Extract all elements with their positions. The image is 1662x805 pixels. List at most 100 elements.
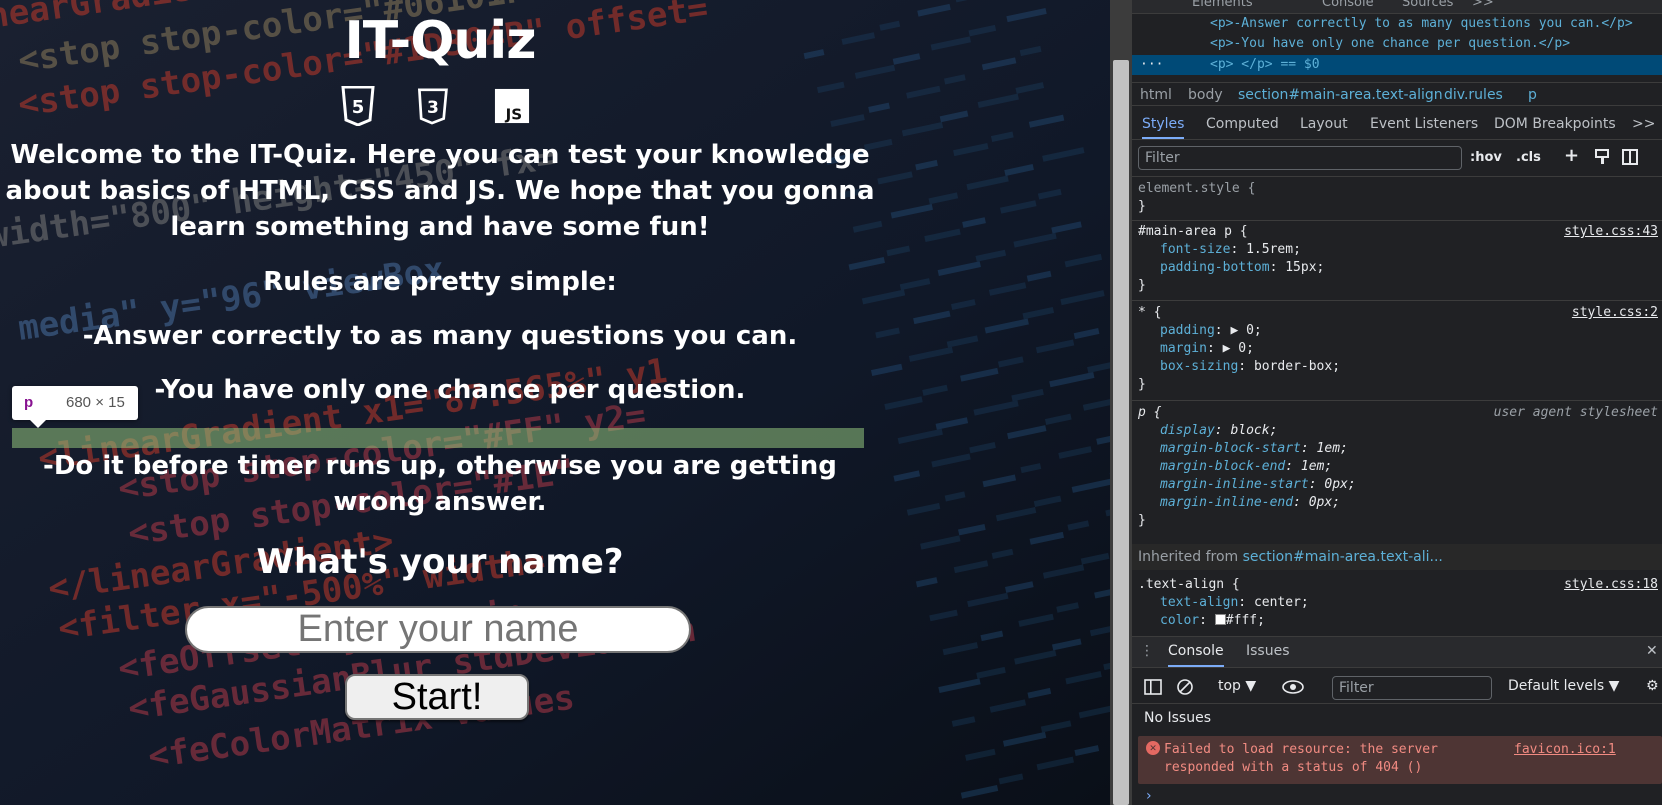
css-declaration[interactable]: margin: ▶ 0; <box>1160 340 1254 358</box>
more-actions-icon[interactable]: ··· <box>1140 55 1163 75</box>
inherited-element-link[interactable]: section#main-area.text-ali... <box>1243 549 1443 565</box>
rule-close: } <box>1138 377 1146 392</box>
css-value: border-box; <box>1253 359 1341 374</box>
log-levels-select[interactable]: Default levels ▼ <box>1508 678 1619 694</box>
sidebar-toggle-icon[interactable] <box>1144 679 1162 695</box>
rule-selector[interactable]: * { <box>1138 304 1161 322</box>
name-question: What's your name? <box>256 542 624 582</box>
breadcrumb-body[interactable]: body <box>1188 83 1223 107</box>
css-prop: padding-bottom <box>1160 260 1270 275</box>
css-prop: margin-block-start <box>1160 441 1301 456</box>
breadcrumb-section[interactable]: section#main-area.text-align <box>1238 83 1443 107</box>
css-prop: margin-block-end <box>1160 459 1286 474</box>
breadcrumb-html[interactable]: html <box>1140 83 1172 107</box>
hover-state-toggle[interactable]: :hov <box>1470 150 1502 165</box>
divider <box>1132 176 1662 177</box>
css-prop: margin-inline-end <box>1160 495 1294 510</box>
rule-selector[interactable]: p { <box>1138 404 1161 422</box>
context-select[interactable]: top ▼ <box>1218 678 1256 694</box>
console-prompt[interactable]: › <box>1146 788 1152 804</box>
error-text-line-1: Failed to load resource: the server <box>1164 742 1438 757</box>
css-declaration[interactable]: font-size: 1.5rem; <box>1160 241 1301 259</box>
welcome-text-line-3: learn something and have some fun! <box>170 212 710 242</box>
css-value: 0px; <box>1308 495 1341 510</box>
css-prop: padding <box>1160 323 1215 338</box>
css-value: 1em; <box>1300 459 1333 474</box>
close-drawer-icon[interactable]: ✕ <box>1646 643 1658 659</box>
inherited-from-header: Inherited from section#main-area.text-al… <box>1132 544 1662 570</box>
tab-computed[interactable]: Computed <box>1206 116 1279 132</box>
tab-styles[interactable]: Styles <box>1142 116 1185 139</box>
css-value: 15px; <box>1285 260 1325 275</box>
tooltip-tag: p <box>24 394 34 411</box>
element-style-rule[interactable]: element.style { <box>1138 180 1255 198</box>
styles-filter-input[interactable] <box>1138 146 1462 170</box>
css-value: #fff; <box>1225 613 1265 628</box>
start-button[interactable]: Start! <box>345 674 529 720</box>
css-value: 1.5rem; <box>1246 242 1301 257</box>
sidebar-toggle-icon[interactable] <box>1622 149 1638 165</box>
css-declaration[interactable]: color: #fff; <box>1160 612 1265 630</box>
tab-event-listeners[interactable]: Event Listeners <box>1370 116 1478 132</box>
dom-node-p[interactable]: <p>-You have only one chance per questio… <box>1132 34 1662 54</box>
css-declaration[interactable]: display: block; <box>1160 422 1277 440</box>
breadcrumb: html body section#main-area.text-align d… <box>1132 82 1662 106</box>
rule-selector[interactable]: .text-align { <box>1138 576 1240 594</box>
css-declaration[interactable]: margin-inline-end: 0px; <box>1160 494 1340 512</box>
class-toggle[interactable]: .cls <box>1516 150 1541 165</box>
drawer-menu-icon[interactable]: ⋮ <box>1140 643 1154 659</box>
color-swatch[interactable] <box>1214 614 1226 625</box>
breadcrumb-div[interactable]: div.rules <box>1444 83 1503 107</box>
tab-layout[interactable]: Layout <box>1300 116 1348 132</box>
divider <box>1132 400 1662 401</box>
name-input[interactable] <box>185 606 691 653</box>
divider <box>1132 220 1662 221</box>
error-icon: ✕ <box>1146 741 1160 755</box>
tab-dom-breakpoints[interactable]: DOM Breakpoints <box>1494 116 1616 132</box>
eye-icon[interactable] <box>1282 680 1304 694</box>
tab-elements[interactable]: Elements <box>1192 0 1253 10</box>
more-style-tabs-button[interactable]: >> <box>1632 116 1655 132</box>
issues-status: No Issues <box>1144 710 1211 726</box>
error-source-link[interactable]: favicon.ico:1 <box>1514 741 1616 759</box>
rule-selector[interactable]: #main-area p { <box>1138 223 1248 241</box>
quiz-page: nearGradient x1="100%" x2="100" y2=<stop… <box>0 0 1110 805</box>
more-tabs-button[interactable]: >> <box>1472 0 1494 10</box>
tab-issues[interactable]: Issues <box>1246 643 1290 659</box>
tab-sources[interactable]: Sources <box>1402 0 1453 10</box>
css-declaration[interactable]: padding-bottom: 15px; <box>1160 259 1324 277</box>
css-declaration[interactable]: text-align: center; <box>1160 594 1309 612</box>
divider <box>1132 300 1662 301</box>
console-filter-input[interactable] <box>1332 676 1492 700</box>
tab-console-drawer[interactable]: Console <box>1168 643 1224 667</box>
error-text-line-2: responded with a status of 404 () <box>1164 760 1423 775</box>
rule-source-link[interactable]: style.css:43 <box>1564 223 1658 241</box>
rule-timer-line-1: -Do it before timer runs up, otherwise y… <box>43 451 837 481</box>
tab-console[interactable]: Console <box>1322 0 1374 10</box>
css-prop: display <box>1160 423 1215 438</box>
settings-gear-icon[interactable]: ⚙ <box>1646 678 1659 694</box>
paint-format-icon[interactable] <box>1594 149 1610 165</box>
rule-source-link[interactable]: style.css:2 <box>1572 304 1658 322</box>
css-declaration[interactable]: margin-block-start: 1em; <box>1160 440 1348 458</box>
page-scrollbar[interactable] <box>1110 0 1132 805</box>
html5-icon: 5 <box>340 86 376 126</box>
css-declaration[interactable]: margin-block-end: 1em; <box>1160 458 1332 476</box>
css-declaration[interactable]: margin-inline-start: 0px; <box>1160 476 1356 494</box>
clear-console-icon[interactable] <box>1176 678 1194 696</box>
dom-node-selected[interactable]: ··· <p> </p> == $0 <box>1132 55 1662 75</box>
dom-node-p[interactable]: <p>-Answer correctly to as many question… <box>1132 14 1662 34</box>
page-title: IT-Quiz <box>344 11 536 71</box>
console-error-message: ✕ Failed to load resource: the server res… <box>1138 736 1662 784</box>
rule-close: } <box>1138 278 1146 293</box>
welcome-text-line-2: about basics of HTML, CSS and JS. We hop… <box>5 176 875 206</box>
add-rule-icon[interactable]: + <box>1564 145 1579 166</box>
rule-answer-correctly: -Answer correctly to as many questions y… <box>82 321 798 351</box>
scrollbar-thumb[interactable] <box>1113 60 1129 805</box>
rule-source-link[interactable]: style.css:18 <box>1564 576 1658 594</box>
breadcrumb-p[interactable]: p <box>1528 83 1537 107</box>
css-prop: font-size <box>1160 242 1231 257</box>
rules-heading: Rules are pretty simple: <box>263 267 617 297</box>
css-declaration[interactable]: box-sizing: border-box; <box>1160 358 1340 376</box>
css-declaration[interactable]: padding: ▶ 0; <box>1160 322 1262 340</box>
